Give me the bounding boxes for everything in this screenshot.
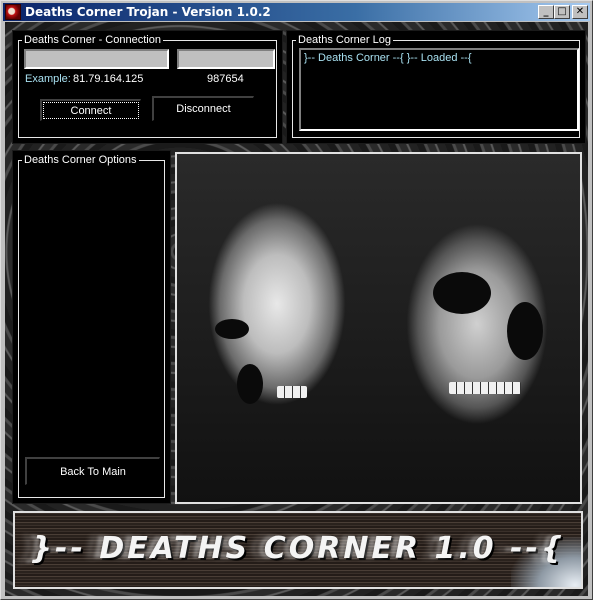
focus-rect (43, 102, 139, 119)
title-banner: }-- DEATHS CORNER 1.0 --{ (13, 511, 583, 589)
banner-text: }-- DEATHS CORNER 1.0 --{ (30, 531, 566, 566)
window-title: Deaths Corner Trojan - Version 1.0.2 (25, 5, 271, 19)
right-skull-teeth (449, 382, 521, 394)
options-group-label: Deaths Corner Options (22, 153, 139, 167)
log-group-label: Deaths Corner Log (296, 33, 393, 47)
skull-app-icon[interactable] (5, 4, 21, 20)
client-area: Deaths Corner - Connection Example: 81.7… (5, 22, 588, 596)
maximize-button[interactable]: □ (554, 5, 570, 19)
back-to-main-label: Back To Main (60, 465, 126, 478)
close-icon: ✕ (575, 6, 585, 17)
minimize-icon: _ (543, 6, 549, 17)
example-label: Example: (25, 73, 71, 85)
example-ip: 81.79.164.125 (73, 73, 144, 85)
disconnect-button-label: Disconnect (176, 103, 231, 115)
log-textbox[interactable]: }-- Deaths Corner --{ }-- Loaded --{ (299, 48, 579, 131)
back-to-main-button[interactable]: Back To Main (25, 457, 160, 485)
log-line: }-- Deaths Corner --{ }-- Loaded --{ (304, 52, 472, 64)
left-skull-nose (237, 364, 263, 404)
maximize-icon: □ (557, 6, 567, 17)
app-window: Deaths Corner Trojan - Version 1.0.2 _ □… (0, 0, 593, 600)
port-input[interactable] (177, 49, 275, 69)
close-button[interactable]: ✕ (572, 5, 588, 19)
options-frame (18, 160, 165, 498)
skulls-image (175, 152, 582, 504)
example-port: 987654 (207, 73, 244, 85)
minimize-button[interactable]: _ (538, 5, 554, 19)
connection-group-label: Deaths Corner - Connection (22, 33, 163, 47)
connection-group: Deaths Corner - Connection Example: 81.7… (12, 30, 283, 144)
left-skull-eye (215, 319, 249, 339)
options-group: Deaths Corner Options Back To Main (12, 150, 171, 504)
log-group: Deaths Corner Log }-- Deaths Corner --{ … (286, 30, 586, 144)
right-skull-eye-left (433, 272, 491, 314)
connect-button[interactable]: Connect (40, 99, 141, 121)
title-bar[interactable]: Deaths Corner Trojan - Version 1.0.2 _ □… (3, 3, 590, 21)
disconnect-button[interactable]: Disconnect (152, 96, 254, 121)
right-skull-eye-right (507, 302, 543, 360)
ip-address-input[interactable] (24, 49, 169, 69)
left-skull-teeth (277, 386, 307, 398)
